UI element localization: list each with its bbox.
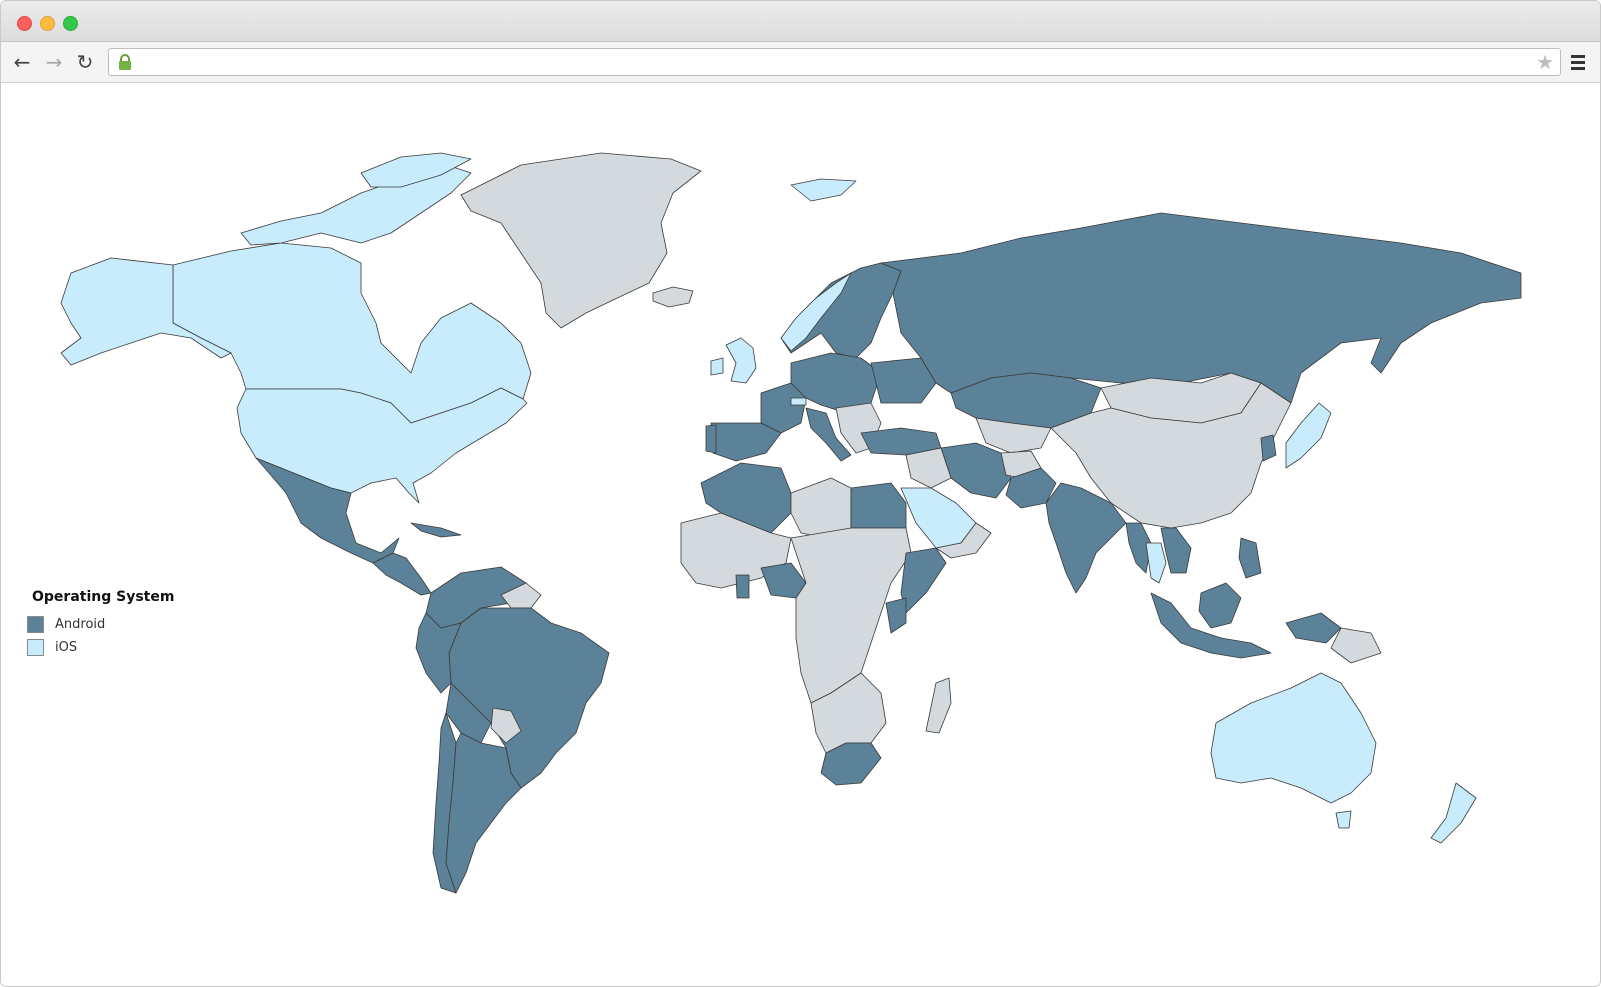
bookmark-star-icon[interactable]: ★: [1536, 50, 1554, 74]
legend-item-android[interactable]: Android: [27, 613, 174, 636]
menu-icon[interactable]: [1566, 50, 1590, 74]
lock-icon: [119, 54, 131, 70]
legend-item-ios[interactable]: iOS: [27, 636, 174, 659]
country-svalbard[interactable]: [790, 178, 857, 202]
country-russia[interactable]: [880, 212, 1522, 404]
country-japan[interactable]: [1285, 402, 1332, 469]
country-papua[interactable]: [1285, 612, 1342, 644]
legend-swatch-android: [27, 616, 44, 633]
reload-icon[interactable]: ↻: [73, 50, 97, 74]
map-legend: Operating System Android iOS: [27, 589, 174, 659]
country-korea[interactable]: [1260, 434, 1277, 462]
country-philippines[interactable]: [1238, 537, 1262, 579]
country-egypt[interactable]: [850, 482, 907, 529]
legend-label-ios: iOS: [55, 640, 78, 655]
country-portugal[interactable]: [705, 424, 717, 454]
page-content: Operating System Android iOS: [1, 83, 1600, 986]
country-borneo[interactable]: [1198, 582, 1242, 629]
world-map: [60, 152, 1522, 894]
country-png[interactable]: [1330, 627, 1382, 664]
country-indochina[interactable]: [1160, 527, 1192, 574]
country-iran[interactable]: [940, 442, 1012, 499]
country-iceland[interactable]: [652, 286, 694, 308]
back-arrow-icon[interactable]: ←: [10, 50, 34, 74]
close-window-button[interactable]: [17, 16, 32, 31]
forward-arrow-icon[interactable]: →: [42, 50, 66, 74]
browser-toolbar: ← → ↻ ★: [1, 42, 1600, 83]
country-ghana[interactable]: [735, 574, 750, 599]
country-new-zealand[interactable]: [1430, 782, 1477, 844]
country-switzerland[interactable]: [790, 397, 807, 406]
country-libya[interactable]: [790, 477, 852, 539]
address-bar[interactable]: ★: [108, 48, 1561, 76]
country-spain[interactable]: [710, 422, 782, 462]
country-kenya[interactable]: [885, 597, 907, 634]
legend-swatch-ios: [27, 639, 44, 656]
country-ireland[interactable]: [710, 357, 724, 376]
country-tasmania[interactable]: [1335, 810, 1352, 829]
country-cuba[interactable]: [410, 522, 462, 538]
country-somalia[interactable]: [900, 547, 947, 614]
browser-window: ← → ↻ ★ Operating System Android iOS: [0, 0, 1601, 987]
title-bar: [1, 1, 1600, 42]
country-madagascar[interactable]: [925, 677, 952, 734]
country-united-kingdom[interactable]: [725, 337, 757, 384]
country-australia[interactable]: [1210, 672, 1377, 804]
legend-title: Operating System: [32, 589, 175, 605]
legend-label-android: Android: [55, 617, 106, 632]
minimize-window-button[interactable]: [40, 16, 55, 31]
country-central-america[interactable]: [372, 552, 432, 596]
maximize-window-button[interactable]: [63, 16, 78, 31]
country-thailand[interactable]: [1145, 542, 1167, 584]
